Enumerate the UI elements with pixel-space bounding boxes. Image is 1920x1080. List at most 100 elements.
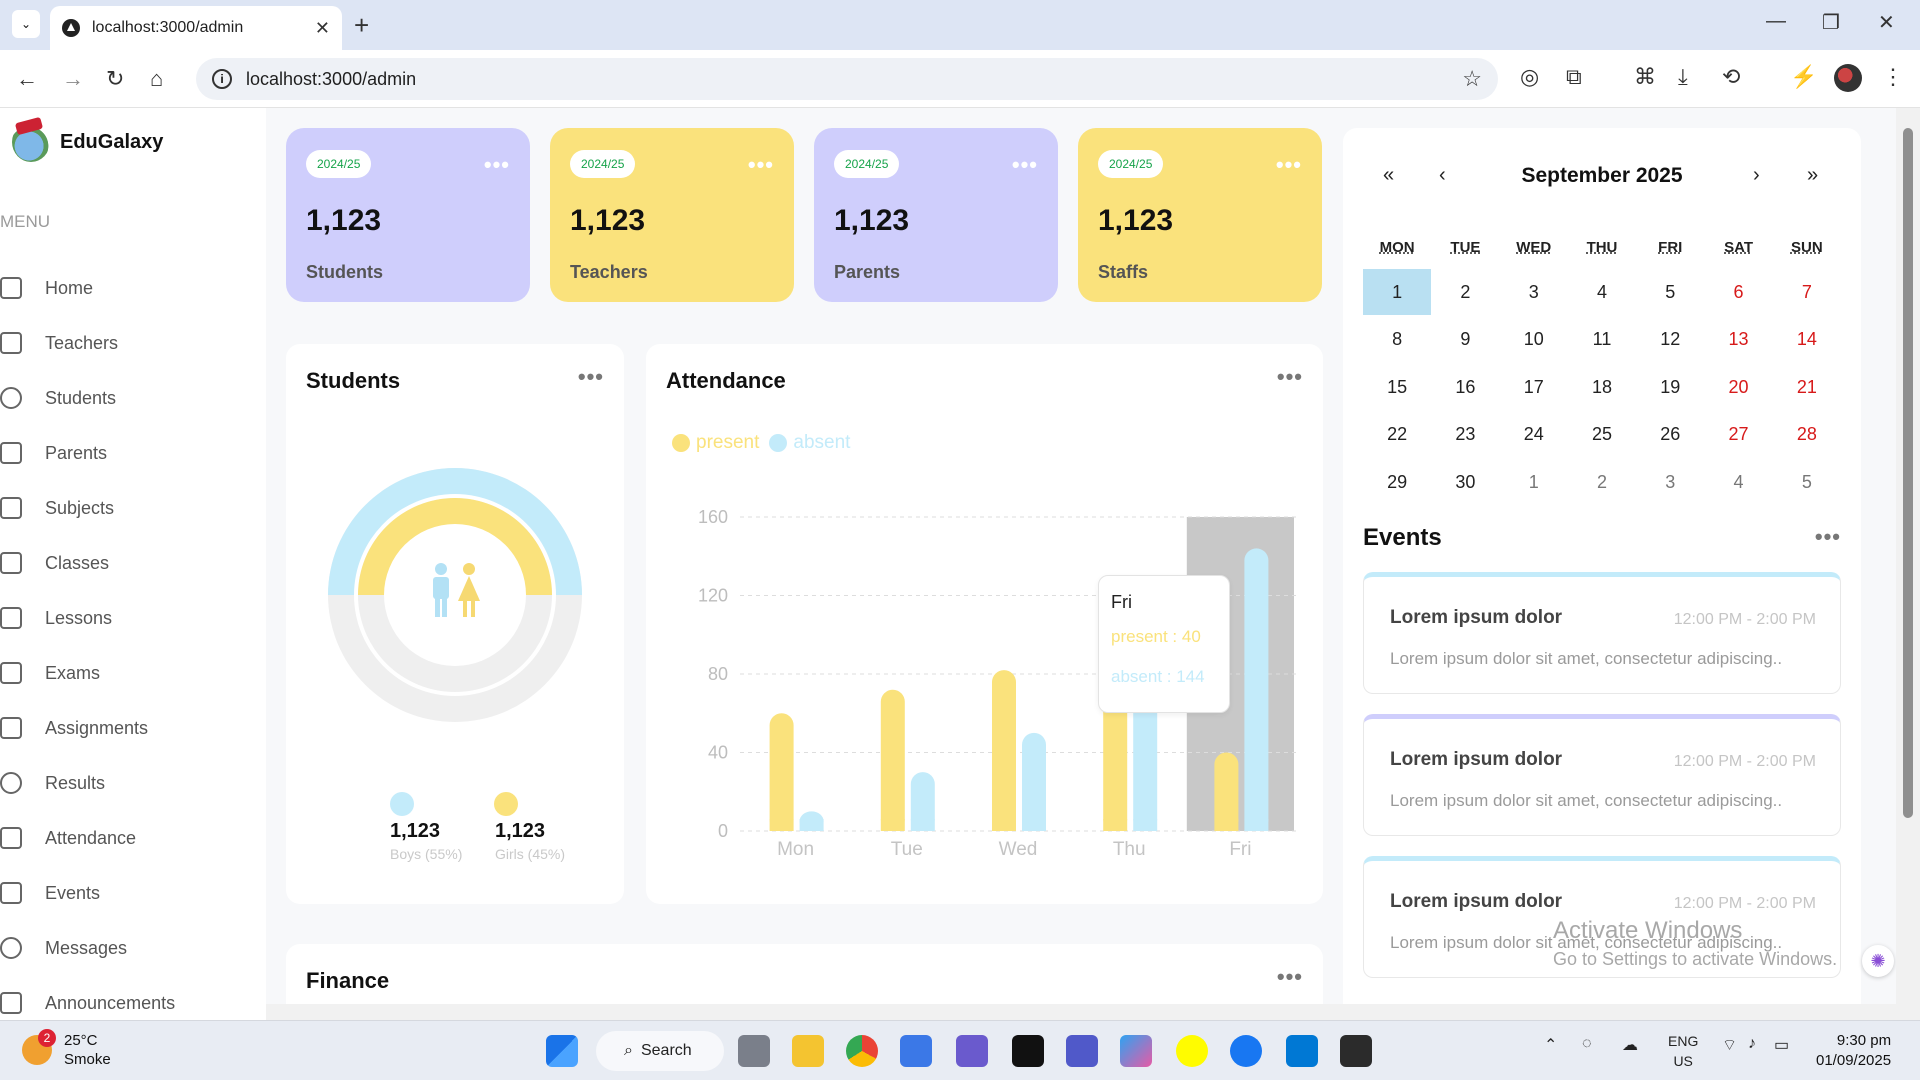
bookmark-star-icon[interactable]: ☆: [1462, 66, 1482, 92]
app-logo[interactable]: EduGalaxy: [12, 122, 163, 162]
more-options-icon[interactable]: •••: [748, 152, 774, 178]
sidebar-item-teachers[interactable]: Teachers: [0, 323, 118, 363]
battery-icon[interactable]: ▭: [1774, 1035, 1789, 1055]
facebook-icon[interactable]: [1230, 1035, 1262, 1067]
calendar-day[interactable]: 26: [1636, 411, 1704, 457]
sidebar-item-students[interactable]: Students: [0, 378, 116, 418]
restore-window-icon[interactable]: ❐: [1822, 10, 1840, 35]
sidebar-item-announcements[interactable]: Announcements: [0, 983, 175, 1023]
event-card[interactable]: Lorem ipsum dolor 12:00 PM - 2:00 PM Lorem…: [1363, 714, 1841, 836]
calendar-day[interactable]: 3: [1500, 269, 1568, 315]
calendar-day[interactable]: 15: [1363, 364, 1431, 410]
sidebar-item-lessons[interactable]: Lessons: [0, 598, 112, 638]
calendar-month-title[interactable]: September 2025: [1343, 164, 1861, 188]
calendar-day[interactable]: 11: [1568, 316, 1636, 362]
calendar-day[interactable]: 2: [1568, 459, 1636, 505]
windows-start-icon[interactable]: [546, 1035, 578, 1067]
sidebar-item-parents[interactable]: Parents: [0, 433, 107, 473]
system-clock[interactable]: 9:30 pm 01/09/2025: [1816, 1031, 1891, 1071]
site-info-icon[interactable]: i: [212, 69, 232, 89]
sidebar-item-exams[interactable]: Exams: [0, 653, 100, 693]
calendar-day[interactable]: 8: [1363, 316, 1431, 362]
brain-extension-icon[interactable]: ✺: [1862, 945, 1894, 977]
copilot-icon[interactable]: [1120, 1035, 1152, 1067]
m365-icon[interactable]: [956, 1035, 988, 1067]
calendar-day[interactable]: 3: [1636, 459, 1704, 505]
reload-icon[interactable]: ↻: [106, 66, 124, 92]
close-tab-icon[interactable]: ✕: [315, 18, 330, 39]
calendar-day[interactable]: 2: [1431, 269, 1499, 315]
volume-icon[interactable]: ♪: [1748, 1035, 1756, 1053]
sidebar-item-attendance[interactable]: Attendance: [0, 818, 136, 858]
terminal-icon[interactable]: [1340, 1035, 1372, 1067]
calendar-day[interactable]: 14: [1773, 316, 1841, 362]
calendar-next-month[interactable]: ›: [1753, 164, 1760, 187]
calendar-day[interactable]: 25: [1568, 411, 1636, 457]
home-icon[interactable]: ⌂: [150, 66, 163, 92]
event-card[interactable]: Lorem ipsum dolor 12:00 PM - 2:00 PM Lorem…: [1363, 572, 1841, 694]
wifi-icon[interactable]: ⌔: [1722, 1035, 1737, 1055]
calendar-day[interactable]: 22: [1363, 411, 1431, 457]
calendar-day[interactable]: 16: [1431, 364, 1499, 410]
calendar-day[interactable]: 7: [1773, 269, 1841, 315]
performance-icon[interactable]: ⚡: [1790, 64, 1817, 90]
language-indicator[interactable]: ENG US: [1668, 1031, 1698, 1071]
sidebar-item-events[interactable]: Events: [0, 873, 100, 913]
finance-more-icon[interactable]: •••: [1277, 964, 1303, 990]
download-icon[interactable]: ⤓: [1678, 64, 1688, 90]
taskbar-search[interactable]: ⌕ Search: [596, 1031, 724, 1071]
profile-avatar[interactable]: [1834, 64, 1862, 92]
teams-icon[interactable]: [1066, 1035, 1098, 1067]
tab-search-button[interactable]: ⌄: [12, 10, 40, 38]
calendar-day[interactable]: 13: [1704, 316, 1772, 362]
horizontal-scrollbar[interactable]: [266, 1004, 1896, 1020]
more-options-icon[interactable]: •••: [1276, 152, 1302, 178]
onedrive-icon[interactable]: ☁: [1622, 1035, 1638, 1055]
tiktok-icon[interactable]: [1012, 1035, 1044, 1067]
tray-app-icon[interactable]: ◌: [1582, 1035, 1592, 1053]
calendar-day[interactable]: 5: [1773, 459, 1841, 505]
chrome-menu-icon[interactable]: ⋮: [1882, 64, 1904, 90]
show-hidden-icons[interactable]: ⌃: [1544, 1035, 1557, 1055]
minimize-window-icon[interactable]: —: [1766, 10, 1786, 33]
calendar-day[interactable]: 20: [1704, 364, 1772, 410]
forward-icon[interactable]: →: [62, 66, 84, 92]
history-icon[interactable]: ⟲: [1722, 64, 1740, 90]
events-more-icon[interactable]: •••: [1815, 524, 1841, 550]
calendar-day[interactable]: 23: [1431, 411, 1499, 457]
close-window-icon[interactable]: ✕: [1878, 10, 1895, 35]
calendar-day[interactable]: 17: [1500, 364, 1568, 410]
sidebar-item-subjects[interactable]: Subjects: [0, 488, 114, 528]
vertical-scrollbar-thumb[interactable]: [1903, 128, 1913, 818]
calendar-day[interactable]: 28: [1773, 411, 1841, 457]
calendar-day[interactable]: 30: [1431, 459, 1499, 505]
calendar-day[interactable]: 6: [1704, 269, 1772, 315]
new-tab-button[interactable]: +: [354, 10, 369, 41]
chrome-taskbar-icon[interactable]: [846, 1035, 878, 1067]
calendar-day[interactable]: 5: [1636, 269, 1704, 315]
file-explorer-icon[interactable]: [792, 1035, 824, 1067]
calendar-day[interactable]: 10: [1500, 316, 1568, 362]
more-options-icon[interactable]: •••: [484, 152, 510, 178]
calendar-day[interactable]: 1: [1363, 268, 1432, 315]
incognito-icon[interactable]: ⌘: [1634, 64, 1656, 90]
store-icon[interactable]: [900, 1035, 932, 1067]
calendar-day[interactable]: 19: [1636, 364, 1704, 410]
sidebar-item-messages[interactable]: Messages: [0, 928, 127, 968]
vscode-icon[interactable]: [1286, 1035, 1318, 1067]
back-icon[interactable]: ←: [16, 66, 38, 92]
calendar-day[interactable]: 9: [1431, 316, 1499, 362]
reading-mode-icon[interactable]: ◎: [1520, 64, 1539, 90]
calendar-day[interactable]: 4: [1704, 459, 1772, 505]
calendar-next-year[interactable]: »: [1807, 164, 1818, 187]
sidebar-item-assignments[interactable]: Assignments: [0, 708, 148, 748]
calendar-day[interactable]: 24: [1500, 411, 1568, 457]
browser-tab[interactable]: localhost:3000/admin ✕: [50, 6, 342, 50]
extensions-icon[interactable]: ⧉: [1566, 64, 1582, 90]
snapchat-icon[interactable]: [1176, 1035, 1208, 1067]
calendar-day[interactable]: 27: [1704, 411, 1772, 457]
sidebar-item-home[interactable]: Home: [0, 268, 93, 308]
more-options-icon[interactable]: •••: [1012, 152, 1038, 178]
address-bar[interactable]: i localhost:3000/admin ☆: [196, 58, 1498, 100]
calendar-day[interactable]: 12: [1636, 316, 1704, 362]
